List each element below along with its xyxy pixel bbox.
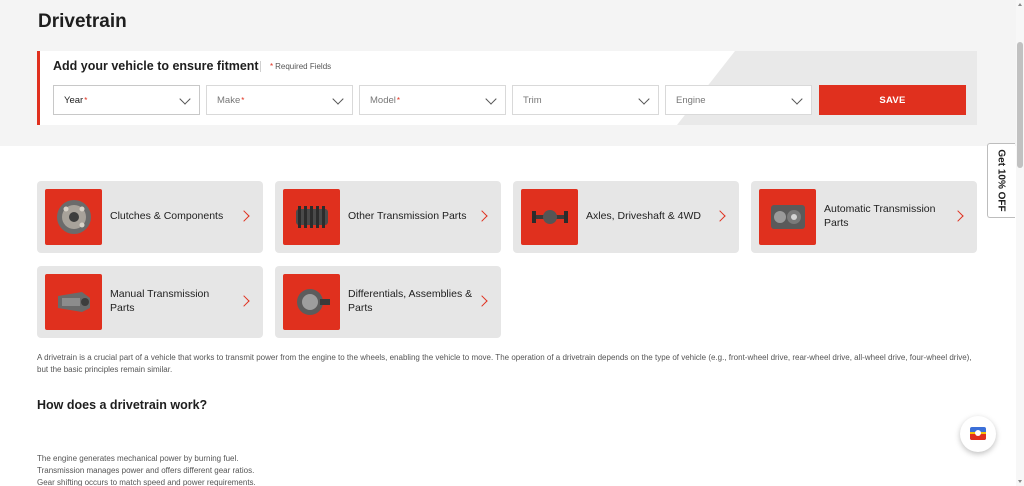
axle-icon xyxy=(521,189,578,245)
chat-widget-icon xyxy=(970,427,986,440)
model-select-label: Model xyxy=(370,94,396,106)
category-tile-automatic-transmission[interactable]: Automatic Transmission Parts xyxy=(751,181,977,253)
category-label: Automatic Transmission Parts xyxy=(824,203,936,229)
chevron-right-icon xyxy=(238,295,250,307)
required-star: * xyxy=(396,95,400,105)
trim-select-label: Trim xyxy=(523,94,542,106)
list-item: The engine generates mechanical power by… xyxy=(37,454,239,463)
chevron-right-icon xyxy=(238,210,250,222)
chevron-right-icon xyxy=(952,210,964,222)
category-tile-differentials[interactable]: Differentials, Assemblies & Parts xyxy=(275,266,501,338)
scrollbar-thumb[interactable] xyxy=(1017,42,1023,168)
promo-tab[interactable]: Get 10% OFF xyxy=(987,143,1015,218)
chevron-right-icon xyxy=(476,295,488,307)
category-tile-manual-transmission[interactable]: Manual Transmission Parts xyxy=(37,266,263,338)
year-select[interactable]: Year * xyxy=(53,85,200,115)
engine-select-label: Engine xyxy=(676,94,706,106)
category-tile-axles[interactable]: Axles, Driveshaft & 4WD xyxy=(513,181,739,253)
required-star: * xyxy=(270,62,274,71)
chevron-down-icon xyxy=(485,93,497,105)
chevron-down-icon xyxy=(332,93,344,105)
differential-icon xyxy=(283,274,340,330)
model-select[interactable]: Model * xyxy=(359,85,506,115)
gear-icon xyxy=(283,189,340,245)
category-label: Manual Transmission Parts xyxy=(110,288,210,314)
scroll-up-arrow-icon[interactable] xyxy=(1018,3,1022,6)
make-select-label: Make xyxy=(217,94,241,106)
clutch-icon xyxy=(45,189,102,245)
category-label: Clutches & Components xyxy=(110,210,224,223)
category-tile-clutches[interactable]: Clutches & Components xyxy=(37,181,263,253)
chevron-right-icon xyxy=(714,210,726,222)
chat-widget-button[interactable] xyxy=(960,416,996,452)
category-label: Differentials, Assemblies & Parts xyxy=(348,288,473,314)
steps-list: The engine generates mechanical power by… xyxy=(37,453,256,486)
fitment-panel: Add your vehicle to ensure fitment * Requ… xyxy=(37,51,977,125)
promo-tab-label: Get 10% OFF xyxy=(996,149,1007,212)
save-button[interactable]: SAVE xyxy=(819,85,966,115)
chevron-right-icon xyxy=(476,210,488,222)
fitment-title: Add your vehicle to ensure fitment xyxy=(53,59,259,73)
gearbox-icon xyxy=(45,274,102,330)
page-title: Drivetrain xyxy=(38,11,127,32)
chevron-down-icon xyxy=(638,93,650,105)
required-star: * xyxy=(84,95,88,105)
required-note: * Required Fields xyxy=(270,62,331,71)
category-label: Axles, Driveshaft & 4WD xyxy=(586,210,701,223)
make-select[interactable]: Make * xyxy=(206,85,353,115)
section-heading: How does a drivetrain work? xyxy=(37,398,208,412)
transmission-icon xyxy=(759,189,816,245)
scroll-down-arrow-icon[interactable] xyxy=(1018,480,1022,483)
trim-select[interactable]: Trim xyxy=(512,85,659,115)
chevron-down-icon xyxy=(791,93,803,105)
intro-paragraph: A drivetrain is a crucial part of a vehi… xyxy=(37,353,972,374)
required-note-text: Required Fields xyxy=(275,62,332,71)
category-tile-other-transmission[interactable]: Other Transmission Parts xyxy=(275,181,501,253)
list-item: Gear shifting occurs to match speed and … xyxy=(37,478,256,486)
engine-select[interactable]: Engine xyxy=(665,85,812,115)
year-select-label: Year xyxy=(64,94,84,106)
scrollbar[interactable] xyxy=(1016,0,1024,486)
chevron-down-icon xyxy=(179,93,191,105)
list-item: Transmission manages power and offers di… xyxy=(37,466,255,475)
required-star: * xyxy=(241,95,245,105)
category-label: Other Transmission Parts xyxy=(348,210,467,223)
divider xyxy=(260,61,261,72)
